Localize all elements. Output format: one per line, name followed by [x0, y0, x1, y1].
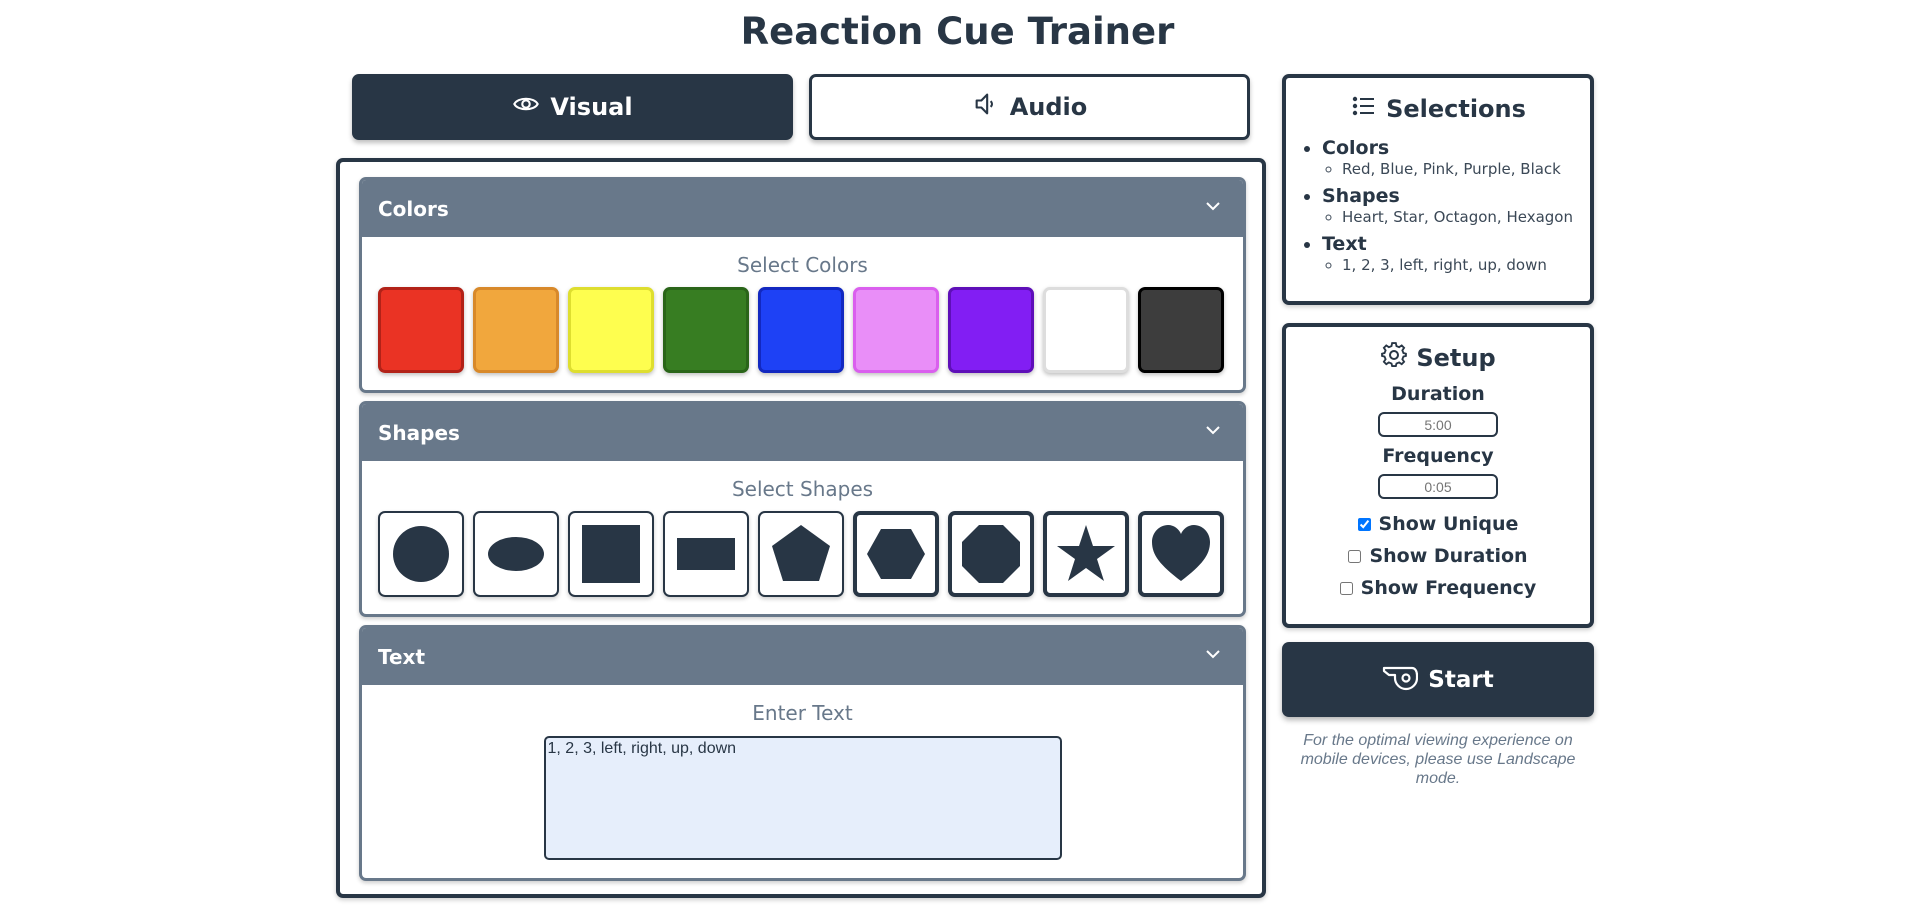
shape-option-square[interactable] — [568, 511, 654, 597]
color-swatch-black[interactable] — [1138, 287, 1224, 373]
tab-visual[interactable]: Visual — [352, 74, 793, 140]
duration-label: Duration — [1391, 383, 1485, 405]
selections-title: Selections — [1286, 92, 1590, 126]
square-icon — [582, 525, 640, 583]
octagon-icon — [962, 525, 1020, 583]
hexagon-icon — [867, 529, 925, 579]
eye-icon — [512, 90, 540, 124]
chevron-down-icon — [1203, 644, 1223, 669]
section-heading: Text — [378, 644, 426, 669]
speaker-icon — [972, 90, 1000, 124]
star-icon — [1057, 525, 1115, 581]
text-section: Text Enter Text 1, 2, 3, left, right, up… — [359, 625, 1246, 881]
show-duration-checkbox[interactable] — [1348, 549, 1362, 563]
color-swatch-yellow[interactable] — [568, 287, 654, 373]
heart-icon — [1152, 525, 1210, 581]
option-label: Show Unique — [1378, 513, 1519, 535]
selection-group: Text 1, 2, 3, left, right, up, down — [1322, 234, 1590, 275]
rectangle-icon — [677, 538, 735, 570]
setup-card: Setup Duration Frequency Show Unique Sho… — [1282, 323, 1594, 628]
chevron-down-icon — [1203, 420, 1223, 445]
color-swatch-purple[interactable] — [948, 287, 1034, 373]
tab-audio[interactable]: Audio — [809, 74, 1250, 140]
shape-option-pentagon[interactable] — [758, 511, 844, 597]
setup-title: Setup — [1286, 341, 1590, 375]
colors-section: Colors Select Colors — [359, 177, 1246, 393]
cue-text-input[interactable]: 1, 2, 3, left, right, up, down — [543, 736, 1062, 860]
selection-group-values: Heart, Star, Octagon, Hexagon — [1342, 207, 1590, 227]
section-subtitle: Enter Text — [752, 701, 853, 725]
shape-option-ellipse[interactable] — [473, 511, 559, 597]
selections-card: Selections Colors Red, Blue, Pink, Purpl… — [1282, 74, 1594, 305]
ellipse-icon — [488, 537, 544, 571]
selection-group-values: 1, 2, 3, left, right, up, down — [1342, 255, 1590, 275]
shapes-section-header[interactable]: Shapes — [362, 404, 1243, 461]
landscape-notice: For the optimal viewing experience on mo… — [1300, 732, 1576, 787]
section-subtitle: Select Colors — [737, 253, 868, 277]
shape-option-star[interactable] — [1043, 511, 1129, 597]
tab-label: Audio — [1009, 93, 1088, 121]
duration-input[interactable] — [1378, 412, 1498, 437]
option-label: Show Frequency — [1360, 577, 1537, 599]
selection-group-label: Text — [1322, 233, 1367, 255]
selection-group-label: Shapes — [1322, 185, 1400, 207]
section-heading: Colors — [378, 196, 449, 221]
shape-option-octagon[interactable] — [948, 511, 1034, 597]
gear-icon — [1380, 341, 1408, 375]
shape-row — [362, 511, 1243, 597]
color-swatch-white[interactable] — [1043, 287, 1129, 373]
section-subtitle: Select Shapes — [731, 477, 874, 501]
colors-section-header[interactable]: Colors — [362, 180, 1243, 237]
tab-label: Visual — [550, 93, 633, 121]
show-duration-option[interactable]: Show Duration — [1286, 543, 1590, 569]
pentagon-icon — [772, 525, 830, 581]
show-unique-option[interactable]: Show Unique — [1286, 511, 1590, 537]
whistle-icon — [1382, 662, 1419, 698]
color-swatch-row — [362, 287, 1243, 373]
selection-group-label: Colors — [1322, 137, 1390, 159]
color-swatch-red[interactable] — [378, 287, 464, 373]
selection-group: Shapes Heart, Star, Octagon, Hexagon — [1322, 186, 1590, 227]
show-unique-checkbox[interactable] — [1357, 517, 1371, 531]
text-section-header[interactable]: Text — [362, 628, 1243, 685]
selections-list: Colors Red, Blue, Pink, Purple, Black Sh… — [1286, 138, 1590, 275]
chevron-down-icon — [1203, 196, 1223, 221]
shape-option-hexagon[interactable] — [853, 511, 939, 597]
color-swatch-orange[interactable] — [473, 287, 559, 373]
list-icon — [1350, 92, 1378, 126]
shape-option-heart[interactable] — [1138, 511, 1224, 597]
shapes-section: Shapes Select Shapes — [359, 401, 1246, 617]
card-heading: Selections — [1386, 95, 1526, 123]
color-swatch-blue[interactable] — [758, 287, 844, 373]
option-label: Show Duration — [1369, 545, 1528, 567]
color-swatch-pink[interactable] — [853, 287, 939, 373]
start-label: Start — [1428, 666, 1494, 693]
shape-option-circle[interactable] — [378, 511, 464, 597]
visual-cue-panel: Colors Select Colors Shapes Select Shape… — [336, 158, 1266, 898]
show-frequency-option[interactable]: Show Frequency — [1286, 575, 1590, 601]
frequency-label: Frequency — [1382, 445, 1494, 467]
section-heading: Shapes — [378, 420, 460, 445]
frequency-input[interactable] — [1378, 474, 1498, 499]
show-frequency-checkbox[interactable] — [1339, 581, 1353, 595]
color-swatch-green[interactable] — [663, 287, 749, 373]
selection-group: Colors Red, Blue, Pink, Purple, Black — [1322, 138, 1590, 179]
start-button[interactable]: Start — [1282, 642, 1594, 717]
card-heading: Setup — [1416, 344, 1496, 372]
selection-group-values: Red, Blue, Pink, Purple, Black — [1342, 159, 1590, 179]
shape-option-rectangle[interactable] — [663, 511, 749, 597]
circle-icon — [393, 526, 449, 582]
page-title: Reaction Cue Trainer — [740, 10, 1175, 53]
